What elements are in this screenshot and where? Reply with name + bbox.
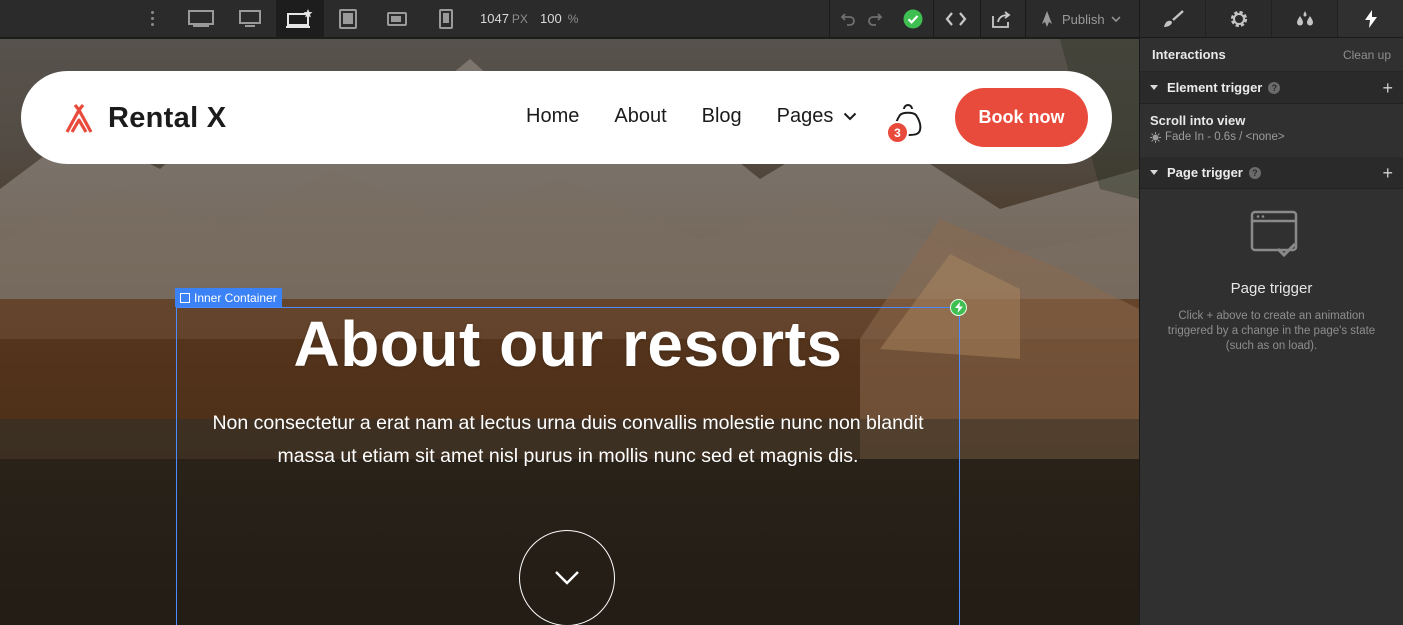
breakpoint-tablet-button[interactable] <box>324 0 372 38</box>
tab-style[interactable] <box>1140 0 1206 37</box>
zoom-readout[interactable]: 100% <box>540 11 578 26</box>
trigger-detail: Fade In - 0.6s / <none> <box>1165 131 1285 143</box>
page-trigger-empty-description: Click + above to create an animation tri… <box>1167 310 1376 352</box>
element-trigger-section-header[interactable]: Element trigger ? + <box>1140 72 1403 104</box>
canvas-width-readout[interactable]: 1047 PX <box>480 11 528 26</box>
hero-subtitle: Non consectetur a erat nam at lectus urn… <box>212 412 924 467</box>
breakpoint-mobile-landscape-button[interactable] <box>373 0 421 38</box>
element-trigger-item[interactable]: Scroll into view Fade In - 0.6s / <none> <box>1140 104 1403 157</box>
page-trigger-empty-title: Page trigger <box>1230 280 1313 297</box>
trigger-name: Scroll into view <box>1150 113 1246 128</box>
page-trigger-title: Page trigger <box>1167 165 1243 180</box>
publish-button[interactable]: Publish <box>1030 0 1136 38</box>
caret-down-icon <box>1150 170 1158 175</box>
zoom-unit: % <box>567 12 579 26</box>
animation-icon <box>1150 131 1161 143</box>
page-trigger-section-header[interactable]: Page trigger ? + <box>1140 157 1403 189</box>
droplets-icon <box>1296 10 1313 25</box>
clean-up-button[interactable]: Clean up <box>1343 48 1391 62</box>
add-page-trigger-button[interactable]: + <box>1382 164 1393 182</box>
canvas-width-unit: PX <box>511 12 528 26</box>
code-export-button[interactable] <box>936 0 976 38</box>
tent-logo-icon <box>65 104 93 133</box>
hero-title: About our resorts <box>293 308 843 380</box>
share-icon <box>992 11 1011 28</box>
right-panel: Interactions Clean up Element trigger ? … <box>1139 0 1403 625</box>
page-trigger-empty-state: Page trigger Click + above to create an … <box>1140 189 1403 354</box>
panel-tabs <box>1140 0 1403 38</box>
tablet-icon <box>339 9 357 29</box>
designer-toolbar: 1047 PX 100% Publish <box>0 0 1139 38</box>
code-brackets-icon <box>945 12 967 26</box>
nav-home-link[interactable]: Home <box>526 105 579 128</box>
breakpoint-mobile-portrait-button[interactable] <box>422 0 470 38</box>
desktop-large-icon <box>239 10 261 27</box>
canvas-width-value: 1047 <box>480 11 509 26</box>
trigger-detail-row: Fade In - 0.6s / <none> <box>1150 131 1393 143</box>
mobile-portrait-icon <box>439 9 453 29</box>
publish-rocket-icon <box>1042 11 1052 27</box>
nav-about-link[interactable]: About <box>614 105 666 128</box>
help-icon[interactable]: ? <box>1268 81 1281 94</box>
breakpoint-desktop-large-button[interactable] <box>226 0 274 38</box>
publish-label: Publish <box>1062 11 1105 27</box>
main-nav: Home About Blog Pages <box>526 105 857 128</box>
toolbar-divider <box>933 0 934 38</box>
audit-status-button[interactable] <box>893 0 933 38</box>
share-button[interactable] <box>982 0 1022 38</box>
help-icon[interactable]: ? <box>1248 166 1261 179</box>
tab-settings[interactable] <box>1206 0 1272 37</box>
tab-interactions[interactable] <box>1338 0 1403 37</box>
scroll-down-button[interactable] <box>519 530 615 625</box>
element-trigger-title: Element trigger <box>1167 80 1263 95</box>
add-element-trigger-button[interactable]: + <box>1382 79 1393 97</box>
selected-element-label[interactable]: Inner Container <box>175 288 282 307</box>
undo-icon <box>840 13 855 26</box>
cart-count-badge: 3 <box>886 121 909 144</box>
selected-element-name: Inner Container <box>194 290 277 305</box>
design-canvas[interactable]: Rental X Home About Blog Pages 3 Book no… <box>0 39 1139 625</box>
nav-pages-dropdown[interactable]: Pages <box>777 105 858 128</box>
desktop-xl-icon <box>188 10 214 27</box>
chevron-down-icon <box>844 112 857 121</box>
brand-logo[interactable]: Rental X <box>62 101 226 135</box>
element-square-icon <box>180 292 190 303</box>
book-now-button[interactable]: Book now <box>955 88 1088 147</box>
zoom-value: 100 <box>540 11 562 26</box>
redo-button[interactable] <box>855 0 895 38</box>
chevron-down-icon <box>1111 16 1121 22</box>
nav-blog-link[interactable]: Blog <box>702 105 742 128</box>
caret-down-icon <box>1150 85 1158 90</box>
breakpoint-desktop-base-button[interactable] <box>276 0 324 38</box>
desktop-base-star-icon <box>286 9 313 28</box>
interactions-title: Interactions <box>1152 47 1226 62</box>
mobile-landscape-icon <box>387 12 407 26</box>
nav-pages-label: Pages <box>776 105 834 127</box>
chevron-down-icon <box>555 571 579 585</box>
check-circle-icon <box>903 9 923 29</box>
paintbrush-icon <box>1163 9 1184 27</box>
more-options-icon[interactable] <box>146 8 158 30</box>
lightning-bolt-icon <box>1364 9 1377 28</box>
site-navbar: Rental X Home About Blog Pages 3 Book no… <box>21 71 1112 164</box>
cart-button[interactable]: 3 <box>886 99 930 144</box>
interactions-header: Interactions Clean up <box>1140 38 1403 72</box>
brand-name: Rental X <box>108 101 227 134</box>
page-check-icon <box>1245 209 1299 266</box>
breakpoint-desktop-xl-button[interactable] <box>177 0 225 38</box>
tab-style-manager[interactable] <box>1272 0 1338 37</box>
toolbar-divider <box>1025 0 1026 38</box>
redo-icon <box>868 13 883 26</box>
gear-icon <box>1230 10 1247 27</box>
toolbar-divider <box>980 0 981 38</box>
